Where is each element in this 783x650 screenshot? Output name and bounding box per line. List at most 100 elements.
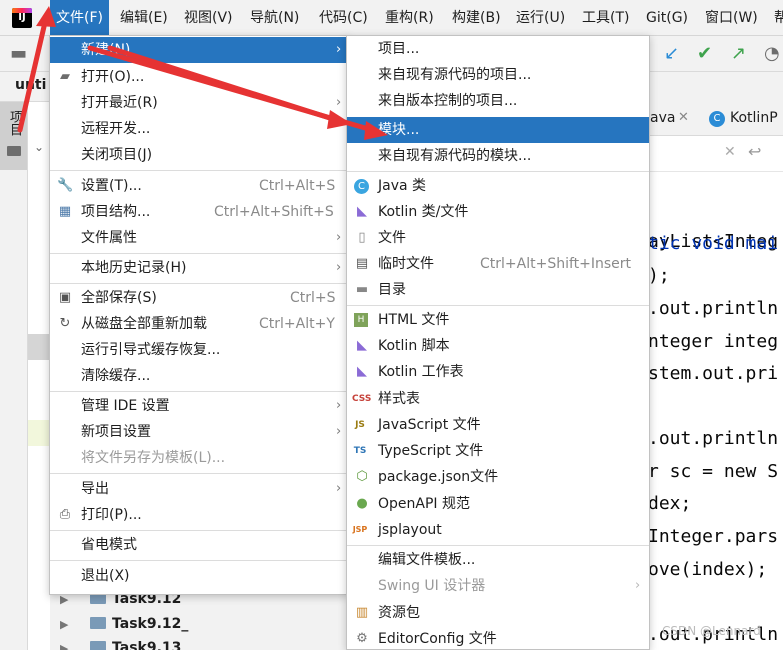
file-menu-remote-dev[interactable]: 远程开发...: [50, 116, 348, 142]
new-typescript-file[interactable]: TS TypeScript 文件: [347, 438, 649, 464]
code-line: .out.println: [648, 428, 779, 449]
vcs-commit-icon[interactable]: ✔: [697, 44, 712, 64]
save-icon: ▣: [58, 290, 72, 305]
project-tree-panel: ⌄: [28, 102, 50, 650]
new-edit-file-templates[interactable]: 编辑文件模板...: [347, 547, 649, 573]
file-menu: 新建(N) › ▰ 打开(O)... 打开最近(R) › 远程开发... 关闭项…: [49, 35, 349, 595]
project-structure-icon: ▦: [58, 204, 72, 219]
close-icon[interactable]: ✕: [724, 144, 736, 160]
menu-run[interactable]: 运行(U): [510, 0, 571, 36]
new-kotlin-script[interactable]: ◣ Kotlin 脚本: [347, 333, 649, 359]
watermark: CSDN @Lennard: [662, 624, 761, 638]
project-tab-label: 项目: [7, 110, 22, 136]
editor-search-bar: ✕ ↩: [648, 136, 783, 172]
file-icon: ▯: [358, 230, 366, 245]
chevron-right-icon: ›: [336, 230, 342, 245]
new-resource-bundle[interactable]: ▥ 资源包: [347, 600, 649, 626]
new-project-from-sources[interactable]: 来自现有源代码的项目...: [347, 62, 649, 88]
file-menu-manage-ide-settings[interactable]: 管理 IDE 设置 ›: [50, 393, 348, 419]
menu-build[interactable]: 构建(B): [446, 0, 507, 36]
new-module-from-sources[interactable]: 来自现有源代码的模块...: [347, 143, 649, 169]
file-menu-project-structure[interactable]: ▦ 项目结构... Ctrl+Alt+Shift+S: [50, 199, 348, 225]
tree-item[interactable]: ▶ Task9.12_: [60, 612, 188, 636]
file-menu-open[interactable]: ▰ 打开(O)...: [50, 64, 348, 90]
kotlin-script-icon: ◣: [357, 338, 367, 353]
menu-separator: [50, 170, 348, 171]
file-menu-invalidate-caches[interactable]: 清除缓存...: [50, 363, 348, 389]
file-menu-new[interactable]: 新建(N) ›: [50, 37, 348, 63]
chevron-right-icon: ›: [336, 260, 342, 275]
nodejs-icon: ⬡: [356, 469, 368, 484]
openapi-icon: ●: [356, 496, 368, 511]
menu-tools[interactable]: 工具(T): [576, 0, 635, 36]
chevron-down-icon[interactable]: ⌄: [34, 140, 44, 154]
new-openapi-spec[interactable]: ● OpenAPI 规范: [347, 491, 649, 517]
menu-code[interactable]: 代码(C): [313, 0, 374, 36]
resource-bundle-icon: ▥: [355, 605, 369, 620]
code-line: stem.out.pri: [648, 363, 779, 384]
file-menu-settings[interactable]: 🔧 设置(T)... Ctrl+Alt+S: [50, 173, 348, 199]
file-menu-file-properties[interactable]: 文件属性 ›: [50, 225, 348, 251]
new-swing-ui-designer: Swing UI 设计器 ›: [347, 573, 649, 599]
new-project-from-vcs[interactable]: 来自版本控制的项目...: [347, 88, 649, 114]
chevron-right-icon: ›: [336, 95, 342, 110]
new-stylesheet[interactable]: CSS 样式表: [347, 386, 649, 412]
menu-git[interactable]: Git(G): [640, 0, 694, 36]
menu-bar: IJ 文件(F) 编辑(E) 视图(V) 导航(N) 代码(C) 重构(R) 构…: [0, 0, 783, 36]
code-line: nteger integ: [648, 331, 779, 352]
tree-item[interactable]: ▶ Task9.13: [60, 636, 181, 650]
file-menu-save-all[interactable]: ▣ 全部保存(S) Ctrl+S: [50, 285, 348, 311]
menu-view[interactable]: 视图(V): [178, 0, 239, 36]
typescript-icon: TS: [353, 446, 367, 456]
editor-tab-kotlin[interactable]: KotlinP: [730, 110, 778, 126]
file-menu-cache-recovery[interactable]: 运行引导式缓存恢复...: [50, 337, 348, 363]
new-project[interactable]: 项目...: [347, 36, 649, 62]
jsp-icon: JSP: [352, 525, 368, 534]
undo-icon[interactable]: ↩: [748, 142, 761, 161]
new-kotlin-worksheet[interactable]: ◣ Kotlin 工作表: [347, 359, 649, 385]
new-jsplayout[interactable]: JSP jsplayout: [347, 517, 649, 543]
new-module[interactable]: 模块...: [347, 117, 649, 143]
menu-navigate[interactable]: 导航(N): [244, 0, 305, 36]
menu-file[interactable]: 文件(F): [50, 0, 109, 36]
file-menu-open-recent[interactable]: 打开最近(R) ›: [50, 90, 348, 116]
file-menu-reload-from-disk[interactable]: ↻ 从磁盘全部重新加载 Ctrl+Alt+Y: [50, 311, 348, 337]
new-java-class[interactable]: C Java 类: [347, 173, 649, 199]
project-name-bar: unti: [0, 72, 49, 102]
file-menu-new-project-settings[interactable]: 新项目设置 ›: [50, 419, 348, 445]
project-tool-tab[interactable]: 项目: [0, 102, 27, 170]
menu-refactor[interactable]: 重构(R): [379, 0, 440, 36]
new-html-file[interactable]: H HTML 文件: [347, 307, 649, 333]
menu-separator: [347, 545, 649, 546]
file-menu-save-as-template: 将文件另存为模板(L)...: [81, 450, 226, 466]
kotlin-class-icon: C: [709, 111, 725, 127]
new-directory[interactable]: ▬ 目录: [347, 277, 649, 303]
file-menu-print[interactable]: ⎙ 打印(P)...: [50, 502, 348, 528]
new-javascript-file[interactable]: JS JavaScript 文件: [347, 412, 649, 438]
css-icon: CSS: [352, 394, 372, 404]
menu-window[interactable]: 窗口(W): [699, 0, 764, 36]
new-editorconfig-file[interactable]: ⚙ EditorConfig 文件: [347, 626, 649, 650]
editor-tab-java[interactable]: ava: [650, 110, 675, 126]
new-package-json[interactable]: ⬡ package.json文件: [347, 464, 649, 490]
code-line: r sc = new S: [648, 461, 779, 482]
history-icon[interactable]: ◔: [764, 44, 780, 64]
new-scratch-file[interactable]: ▤ 临时文件 Ctrl+Alt+Shift+Insert: [347, 251, 649, 277]
file-menu-close-project[interactable]: 关闭项目(J): [50, 142, 348, 168]
menu-edit[interactable]: 编辑(E): [114, 0, 174, 36]
close-icon[interactable]: ✕: [678, 110, 689, 125]
code-line: );: [648, 265, 670, 286]
menu-help[interactable]: 帮: [768, 0, 783, 36]
file-menu-exit[interactable]: 退出(X): [50, 563, 348, 589]
intellij-logo-icon[interactable]: IJ: [12, 8, 32, 28]
file-menu-power-save[interactable]: 省电模式: [50, 532, 348, 558]
new-kotlin-class[interactable]: ◣ Kotlin 类/文件: [347, 199, 649, 225]
folder-icon[interactable]: ▬: [10, 44, 27, 64]
new-file[interactable]: ▯ 文件: [347, 225, 649, 251]
vcs-update-icon[interactable]: ↙: [664, 44, 679, 64]
chevron-right-icon: ›: [336, 398, 342, 413]
file-menu-local-history[interactable]: 本地历史记录(H) ›: [50, 255, 348, 281]
file-menu-export[interactable]: 导出 ›: [50, 476, 348, 502]
html-file-icon: H: [354, 313, 368, 327]
vcs-push-icon[interactable]: ↗: [731, 44, 746, 64]
